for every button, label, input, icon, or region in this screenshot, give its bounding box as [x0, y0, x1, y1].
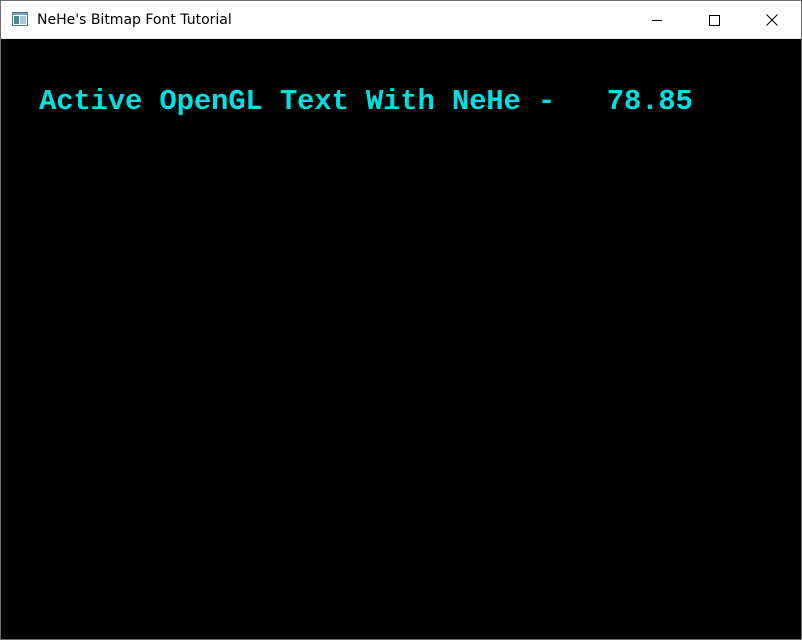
window-title: NeHe's Bitmap Font Tutorial	[37, 12, 232, 28]
close-icon	[766, 14, 778, 26]
title-bar[interactable]: NeHe's Bitmap Font Tutorial	[1, 1, 801, 39]
maximize-button[interactable]	[685, 1, 743, 39]
app-window: NeHe's Bitmap Font Tutorial Active OpenG…	[0, 0, 802, 640]
maximize-icon	[708, 14, 720, 26]
window-app-icon[interactable]	[12, 12, 28, 26]
minimize-icon	[652, 15, 662, 25]
opengl-viewport[interactable]: Active OpenGL Text With NeHe - 78.85	[1, 39, 801, 639]
close-button[interactable]	[743, 1, 801, 39]
opengl-bitmap-text: Active OpenGL Text With NeHe - 78.85	[39, 85, 693, 118]
minimize-button[interactable]	[628, 1, 686, 39]
